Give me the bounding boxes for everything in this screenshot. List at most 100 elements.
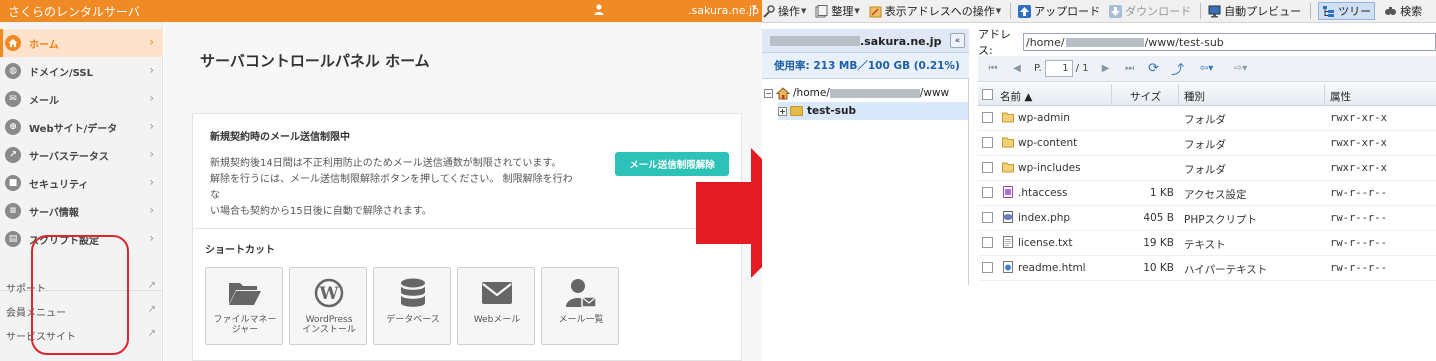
first-page-icon[interactable]: ⏮ xyxy=(986,62,1000,76)
row-checkbox[interactable] xyxy=(982,262,993,273)
php-icon xyxy=(1003,211,1013,223)
server-icon: ≡ xyxy=(5,203,21,219)
sidebar-item-server-info[interactable]: ≡ サーバ情報 › xyxy=(0,197,163,225)
menu-label: 表示アドレスへの操作 xyxy=(884,5,995,18)
select-all-checkbox[interactable] xyxy=(982,89,993,100)
chevron-down-icon: ▼ xyxy=(854,7,860,15)
htaccess-icon xyxy=(1003,186,1013,198)
row-checkbox[interactable] xyxy=(982,112,993,123)
menu-download[interactable]: ダウンロード xyxy=(1109,3,1191,19)
page-number-input[interactable]: 1 xyxy=(1044,60,1073,77)
menu-label: ダウンロード xyxy=(1125,5,1192,18)
user-icon[interactable] xyxy=(594,4,604,18)
shortcut-mail-list[interactable]: メール一覧 xyxy=(541,267,619,345)
row-checkbox[interactable] xyxy=(982,187,993,198)
file-row[interactable]: license.txt 19 KB テキスト rw-r--r-- xyxy=(978,231,1436,256)
folder-icon xyxy=(790,106,803,116)
row-checkbox[interactable] xyxy=(982,162,993,173)
shortcut-label-line: メール一覧 xyxy=(558,315,604,325)
file-name[interactable]: wp-admin xyxy=(1018,112,1070,124)
sidebar-item-home[interactable]: ホーム › xyxy=(0,29,163,57)
file-name[interactable]: wp-content xyxy=(1018,137,1077,149)
menu-label: アップロード xyxy=(1034,5,1101,18)
sidebar-item-security[interactable]: ■ セキュリティ › xyxy=(0,169,163,197)
external-link-icon: ↗ xyxy=(147,328,156,339)
expand-icon[interactable]: + xyxy=(778,106,787,116)
globe-icon: ◍ xyxy=(5,63,21,79)
parent-folder-icon[interactable]: ⤴ xyxy=(1171,62,1185,78)
menu-upload[interactable]: アップロード xyxy=(1018,3,1100,19)
menu-search[interactable]: 検索 xyxy=(1384,3,1422,19)
row-checkbox[interactable] xyxy=(982,212,993,223)
column-permissions[interactable]: 属性 xyxy=(1330,89,1351,104)
shortcut-wordpress[interactable]: W WordPress インストール xyxy=(289,267,367,345)
address-input[interactable]: /home/ /www/test-sub xyxy=(1022,33,1436,51)
file-type: PHPスクリプト xyxy=(1184,214,1258,226)
divider xyxy=(1200,3,1202,19)
tree-node-root[interactable]: − /home/ /www xyxy=(764,84,949,102)
file-size: 10 KB xyxy=(1143,262,1174,274)
redacted-text xyxy=(829,88,920,98)
sidebar-item-domain[interactable]: ◍ ドメイン/SSL › xyxy=(0,57,163,85)
menu-organize[interactable]: 整理 ▼ xyxy=(815,3,860,19)
address-text: /home/ xyxy=(1025,35,1065,49)
shortcut-webmail[interactable]: Webメール xyxy=(457,267,535,345)
file-row[interactable]: wp-admin フォルダ rwxr-xr-x xyxy=(978,106,1436,131)
prev-page-icon[interactable]: ◀ xyxy=(1010,62,1024,76)
file-name[interactable]: license.txt xyxy=(1018,237,1072,249)
column-size[interactable]: サイズ xyxy=(1130,89,1161,104)
column-divider[interactable] xyxy=(1324,84,1325,106)
file-row[interactable]: readme.html 10 KB ハイパーテキスト rw-r--r-- xyxy=(978,256,1436,281)
redacted-text xyxy=(1065,37,1144,47)
sidebar-item-mail[interactable]: ✉ メール › xyxy=(0,85,163,113)
file-row[interactable]: wp-content フォルダ rwxr-xr-x xyxy=(978,131,1436,156)
file-row[interactable]: wp-includes フォルダ rwxr-xr-x xyxy=(978,156,1436,181)
menu-auto-preview[interactable]: 自動プレビュー xyxy=(1208,3,1301,19)
file-type: フォルダ xyxy=(1184,164,1226,176)
column-divider[interactable] xyxy=(1111,84,1112,106)
file-row[interactable]: index.php 405 B PHPスクリプト rw-r--r-- xyxy=(978,206,1436,231)
collapse-pane-icon[interactable]: « xyxy=(950,33,965,48)
menu-address-ops[interactable]: 表示アドレスへの操作 ▼ xyxy=(869,3,1001,19)
row-checkbox[interactable] xyxy=(982,137,993,148)
sidebar-item-label: サーバ情報 xyxy=(29,207,79,219)
shortcut-file-manager[interactable]: ファイルマネー ジャー xyxy=(205,267,283,345)
file-name[interactable]: readme.html xyxy=(1018,262,1086,274)
shortcut-database[interactable]: データベース xyxy=(373,267,451,345)
refresh-icon[interactable]: ⟳ xyxy=(1147,61,1161,76)
notice-line: 新規契約後14日間は不正利用防止のためメール送信通数が制限されています。 xyxy=(210,158,562,169)
menu-tree-toggle[interactable]: ツリー xyxy=(1318,2,1376,20)
file-type: フォルダ xyxy=(1184,114,1226,126)
tree-domain: .sakura.ne.jp xyxy=(860,35,942,48)
address-op-icon xyxy=(869,5,882,18)
tree-node-label: /www xyxy=(919,87,950,99)
file-name[interactable]: wp-includes xyxy=(1018,162,1081,174)
back-icon[interactable]: ⇦▾ xyxy=(1195,62,1219,76)
file-size: 1 KB xyxy=(1149,187,1174,199)
lock-icon: ■ xyxy=(5,175,21,191)
file-row[interactable]: .htaccess 1 KB アクセス設定 rw-r--r-- xyxy=(978,181,1436,206)
chevron-right-icon: › xyxy=(149,203,154,217)
next-page-icon[interactable]: ▶ xyxy=(1099,62,1113,76)
column-name[interactable]: 名前 ▲ xyxy=(1000,89,1032,104)
collapse-icon[interactable]: − xyxy=(764,88,773,98)
last-page-icon[interactable]: ⏭ xyxy=(1123,62,1137,76)
file-name[interactable]: .htaccess xyxy=(1018,187,1068,199)
sidebar-item-web[interactable]: ⊕ Webサイト/データ › xyxy=(0,113,163,141)
sidebar-item-status[interactable]: ↗ サーバステータス › xyxy=(0,141,163,169)
operate-icon xyxy=(762,4,775,18)
brand-title[interactable]: さくらのレンタルサーバ xyxy=(8,3,140,20)
shortcut-label: メール一覧 xyxy=(542,315,620,325)
file-name[interactable]: index.php xyxy=(1018,212,1070,224)
column-divider[interactable] xyxy=(1178,84,1179,106)
chevron-down-icon[interactable]: ▾ xyxy=(752,3,757,13)
account-domain[interactable]: .sakura.ne.jp xyxy=(688,4,759,17)
column-type[interactable]: 種別 xyxy=(1184,89,1205,104)
home-icon xyxy=(776,86,790,99)
menu-operate[interactable]: 操作 ▼ xyxy=(762,3,806,19)
row-checkbox[interactable] xyxy=(982,237,993,248)
forward-icon[interactable]: ⇨▾ xyxy=(1229,62,1253,76)
file-permissions: rw-r--r-- xyxy=(1330,262,1387,274)
chevron-right-icon: › xyxy=(149,231,154,245)
tree-node-test-sub[interactable]: + test-sub xyxy=(778,102,968,120)
